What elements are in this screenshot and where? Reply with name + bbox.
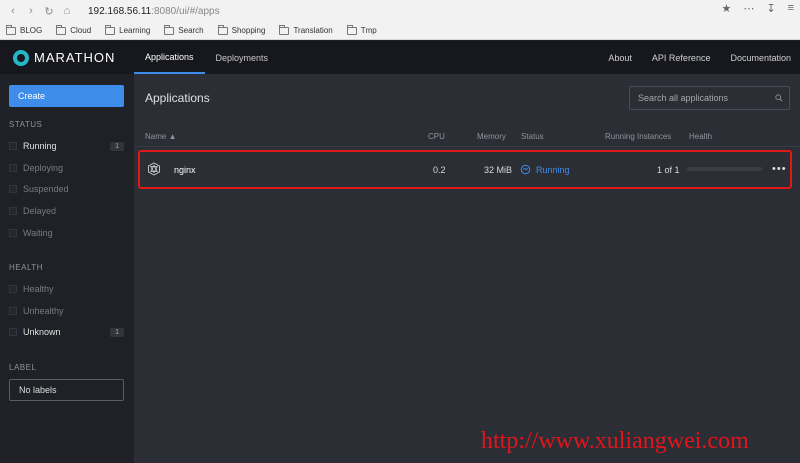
folder-icon xyxy=(279,24,290,35)
back-icon[interactable]: ‹ xyxy=(4,2,22,20)
bookmark-blog[interactable]: BLOG xyxy=(6,24,42,35)
health-section-title: HEALTH xyxy=(9,263,43,272)
forward-icon[interactable]: › xyxy=(22,2,40,20)
filter-deploying[interactable]: Deploying xyxy=(9,161,124,175)
app-header: MARATHON Applications Deployments About … xyxy=(0,41,800,74)
checkbox[interactable] xyxy=(9,185,17,193)
table-row[interactable]: nginx 0.2 32 MiB Running 1 of 1 ••• xyxy=(138,150,792,189)
page-title: Applications xyxy=(145,91,210,105)
more-icon[interactable]: ⋯ xyxy=(743,2,754,15)
filter-delayed[interactable]: Delayed xyxy=(9,204,124,218)
checkbox[interactable] xyxy=(9,307,17,315)
create-button[interactable]: Create xyxy=(9,85,124,107)
running-status-icon xyxy=(520,164,531,175)
filter-running[interactable]: Running 1 xyxy=(9,139,124,153)
checkbox[interactable] xyxy=(9,142,17,150)
app-instances: 1 of 1 xyxy=(657,165,680,175)
search-input[interactable] xyxy=(638,93,768,103)
column-memory[interactable]: Memory xyxy=(477,132,506,141)
column-cpu[interactable]: CPU xyxy=(428,132,445,141)
watermark: http://www.xuliangwei.com xyxy=(481,428,749,454)
marathon-logo[interactable]: MARATHON xyxy=(0,49,134,66)
app-memory: 32 MiB xyxy=(484,165,513,175)
filter-unknown[interactable]: Unknown 1 xyxy=(9,325,124,339)
tab-deployments[interactable]: Deployments xyxy=(205,41,280,74)
column-name[interactable]: Name ▲ xyxy=(145,132,176,141)
checkbox[interactable] xyxy=(9,207,17,215)
label-section-title: LABEL xyxy=(9,363,37,372)
count-badge: 1 xyxy=(110,141,124,151)
checkbox[interactable] xyxy=(9,164,17,172)
download-icon[interactable]: ↧ xyxy=(766,2,775,15)
column-health[interactable]: Health xyxy=(689,132,712,141)
star-icon[interactable]: ★ xyxy=(721,2,731,15)
more-options-icon[interactable]: ••• xyxy=(772,163,787,175)
folder-icon xyxy=(217,24,228,35)
menu-icon[interactable]: ≡ xyxy=(788,2,794,15)
reload-icon[interactable]: ↻ xyxy=(40,2,58,20)
about-link[interactable]: About xyxy=(608,53,632,63)
folder-icon xyxy=(56,24,67,35)
column-status[interactable]: Status xyxy=(521,132,544,141)
folder-icon xyxy=(6,24,16,35)
app-icon xyxy=(148,162,160,176)
bookmark-search[interactable]: Search xyxy=(164,24,204,35)
bookmark-learning[interactable]: Learning xyxy=(105,24,150,35)
column-running-instances[interactable]: Running Instances xyxy=(605,132,671,141)
marathon-logo-icon xyxy=(13,49,29,66)
filter-suspended[interactable]: Suspended xyxy=(9,182,124,196)
bookmarks-bar: BLOG Cloud Learning Search Shopping Tran… xyxy=(0,22,800,40)
folder-icon xyxy=(346,24,357,35)
main-content: Applications Name ▲ CPU Memory Status Ru… xyxy=(134,74,800,463)
search-box xyxy=(629,86,790,110)
api-reference-link[interactable]: API Reference xyxy=(652,53,711,63)
bookmark-tmp[interactable]: Tmp xyxy=(346,24,377,35)
table-header: Name ▲ CPU Memory Status Running Instanc… xyxy=(134,129,800,145)
health-bar xyxy=(687,167,762,171)
folder-icon xyxy=(105,24,116,35)
table-divider xyxy=(134,146,800,147)
app-status: Running xyxy=(536,165,570,175)
url-bar[interactable]: 192.168.56.11:8080/ui/#/apps xyxy=(88,6,220,17)
checkbox[interactable] xyxy=(9,229,17,237)
browser-toolbar: ‹ › ↻ ⌂ 192.168.56.11:8080/ui/#/apps ★ ⋯… xyxy=(0,0,800,22)
sidebar: Create STATUS Running 1 Deploying Suspen… xyxy=(0,74,134,463)
status-section-title: STATUS xyxy=(9,120,43,129)
folder-icon xyxy=(164,24,175,35)
search-icon xyxy=(775,94,783,102)
bookmark-translation[interactable]: Translation xyxy=(279,24,333,35)
filter-healthy[interactable]: Healthy xyxy=(9,282,124,296)
checkbox[interactable] xyxy=(9,285,17,293)
label-select[interactable]: No labels xyxy=(9,379,124,401)
app-cpu: 0.2 xyxy=(433,165,446,175)
home-icon[interactable]: ⌂ xyxy=(58,2,76,20)
documentation-link[interactable]: Documentation xyxy=(730,53,791,63)
filter-waiting[interactable]: Waiting xyxy=(9,226,124,240)
bookmark-shopping[interactable]: Shopping xyxy=(217,24,265,35)
tab-applications[interactable]: Applications xyxy=(134,41,205,74)
filter-unhealthy[interactable]: Unhealthy xyxy=(9,304,124,318)
checkbox[interactable] xyxy=(9,328,17,336)
app-name[interactable]: nginx xyxy=(174,165,196,175)
bookmark-cloud[interactable]: Cloud xyxy=(56,24,91,35)
count-badge: 1 xyxy=(110,327,124,337)
